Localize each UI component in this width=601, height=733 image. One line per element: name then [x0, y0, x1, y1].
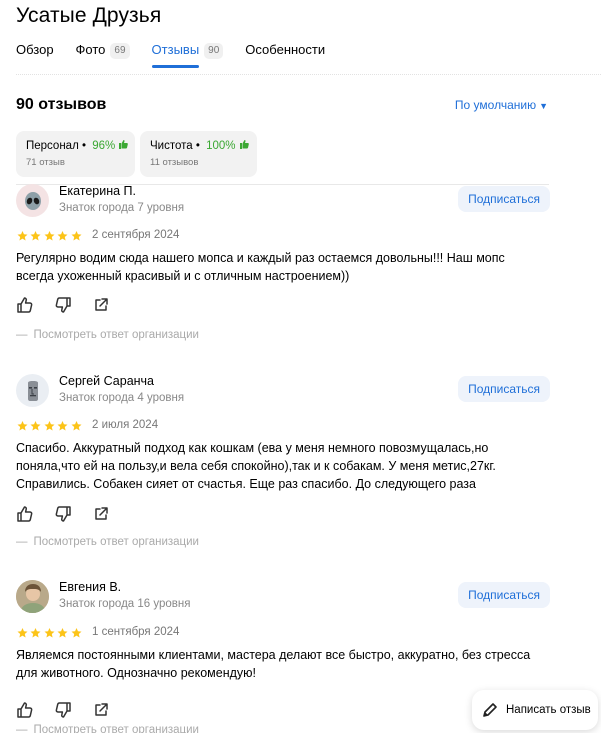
- avatar[interactable]: [16, 374, 49, 407]
- subscribe-button[interactable]: Подписаться: [458, 582, 550, 608]
- rating-stars: [16, 420, 83, 432]
- review-date: 2 июля 2024: [92, 419, 159, 431]
- tab-label: Обзор: [16, 42, 54, 57]
- review-author[interactable]: Сергей Саранча: [59, 374, 154, 388]
- dislike-icon[interactable]: [54, 701, 72, 719]
- star-icon: [57, 231, 68, 241]
- dislike-icon[interactable]: [54, 296, 72, 314]
- tab-count: 69: [110, 43, 130, 59]
- share-icon[interactable]: [92, 505, 110, 523]
- star-icon: [17, 628, 28, 638]
- tab-count: 90: [204, 43, 224, 59]
- review-author-level: Знаток города 7 уровня: [59, 202, 185, 214]
- page-title: Усатые Друзья: [16, 4, 162, 27]
- tab-label: Фото: [75, 42, 106, 57]
- like-icon[interactable]: [16, 296, 34, 314]
- review-actions: [16, 505, 130, 523]
- user-photo: [16, 580, 49, 613]
- share-icon[interactable]: [92, 701, 110, 719]
- star-icon: [57, 421, 68, 431]
- tab-overview[interactable]: Обзор: [16, 42, 54, 68]
- aspect-staff[interactable]: Персонал • 96% 71 отзыв: [16, 131, 135, 177]
- aspect-percent: 100%: [206, 139, 236, 152]
- sort-label: По умолчанию: [454, 98, 537, 112]
- aspect-cleanliness[interactable]: Чистота • 100% 11 отзывов: [140, 131, 257, 177]
- star-icon: [30, 231, 41, 241]
- like-icon[interactable]: [16, 701, 34, 719]
- answer-link-label: Посмотреть ответ организации: [33, 724, 199, 733]
- avatar[interactable]: [16, 184, 49, 217]
- dislike-icon[interactable]: [54, 505, 72, 523]
- view-org-answer-link[interactable]: — Посмотреть ответ организации: [16, 536, 199, 548]
- tab-reviews[interactable]: Отзывы 90: [151, 42, 224, 68]
- tab-label: Особенности: [245, 42, 326, 57]
- star-icon: [30, 421, 41, 431]
- thumb-up-icon: [239, 139, 249, 152]
- star-icon: [44, 628, 55, 638]
- review-date: 2 сентября 2024: [92, 229, 180, 241]
- view-org-answer-link[interactable]: — Посмотреть ответ организации: [16, 724, 199, 733]
- aspect-count: 11 отзывов: [150, 157, 199, 168]
- aspect-name: Чистота: [150, 139, 193, 152]
- tab-features[interactable]: Особенности: [245, 42, 325, 68]
- write-review-label: Написать отзыв: [506, 704, 591, 716]
- aspect-percent: 96%: [92, 139, 116, 152]
- subscribe-button[interactable]: Подписаться: [458, 186, 550, 212]
- review-author-level: Знаток города 4 уровня: [59, 392, 185, 404]
- scroll-shadow: [16, 74, 601, 76]
- aspect-count: 71 отзыв: [26, 157, 65, 168]
- review-author[interactable]: Екатерина П.: [59, 184, 136, 198]
- tab-bar: Обзор Фото 69 Отзывы 90 Особенности: [16, 42, 347, 68]
- star-icon: [44, 421, 55, 431]
- star-icon: [44, 231, 55, 241]
- write-review-button[interactable]: Написать отзыв: [472, 690, 598, 730]
- review-author-level: Знаток города 16 уровня: [59, 598, 191, 610]
- sort-dropdown[interactable]: По умолчанию ▼: [455, 98, 548, 112]
- rating-stars: [16, 230, 83, 242]
- review-text: Спасибо. Аккуратный подход как кошкам (е…: [16, 441, 496, 491]
- review-text: Регулярно водим сюда нашего мопса и кажд…: [16, 251, 505, 283]
- like-icon[interactable]: [16, 505, 34, 523]
- review-card: Сергей Саранча Знаток города 4 уровня По…: [16, 374, 550, 554]
- reviews-count: 90 отзывов: [16, 96, 107, 113]
- thumb-up-icon: [118, 139, 129, 152]
- star-icon: [17, 231, 28, 241]
- star-icon: [57, 628, 68, 638]
- star-icon: [71, 628, 82, 638]
- star-icon: [17, 421, 28, 431]
- rating-stars: [16, 627, 83, 639]
- pencil-icon: [483, 703, 497, 717]
- avatar[interactable]: [16, 580, 49, 613]
- alien-icon: [24, 191, 41, 210]
- aspect-filters: Персонал • 96% 71 отзыв Чистота • 100% 1…: [16, 131, 262, 177]
- view-org-answer-link[interactable]: — Посмотреть ответ организации: [16, 329, 199, 341]
- aspect-name: Персонал: [26, 139, 79, 152]
- chevron-down-icon: ▼: [539, 101, 548, 111]
- moai-icon: [27, 380, 38, 401]
- review-card: Екатерина П. Знаток города 7 уровня Подп…: [16, 184, 550, 354]
- tab-label: Отзывы: [151, 42, 200, 57]
- review-card: Евгения В. Знаток города 16 уровня Подпи…: [16, 580, 550, 733]
- review-actions: [16, 701, 130, 719]
- tab-photos[interactable]: Фото 69: [76, 42, 130, 68]
- review-actions: [16, 296, 130, 314]
- answer-link-label: Посмотреть ответ организации: [33, 536, 199, 548]
- star-icon: [71, 421, 82, 431]
- share-icon[interactable]: [92, 296, 110, 314]
- answer-link-label: Посмотреть ответ организации: [33, 329, 199, 341]
- review-author[interactable]: Евгения В.: [59, 580, 121, 594]
- review-text: Являемся постоянными клиентами, мастера …: [16, 648, 531, 680]
- star-icon: [71, 231, 82, 241]
- subscribe-button[interactable]: Подписаться: [458, 376, 550, 402]
- star-icon: [30, 628, 41, 638]
- review-date: 1 сентября 2024: [92, 626, 180, 638]
